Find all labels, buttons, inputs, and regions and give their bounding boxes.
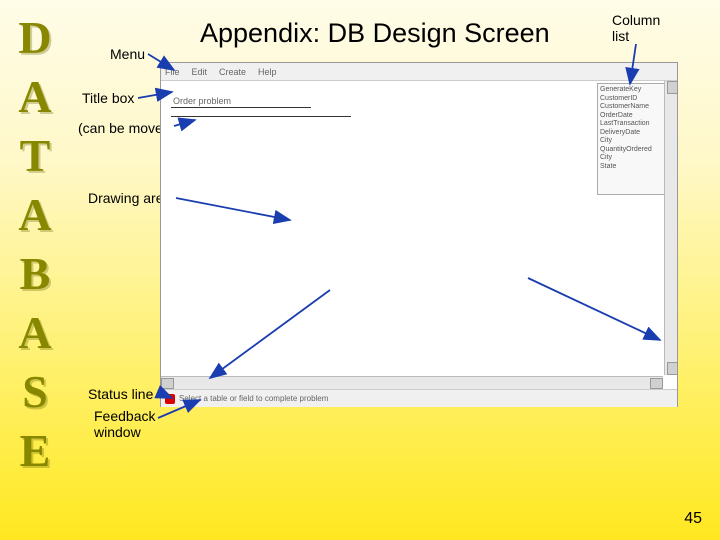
horizontal-scrollbar[interactable] xyxy=(161,376,663,389)
label-columnlist: Column list xyxy=(612,12,660,44)
title-box[interactable]: Order problem xyxy=(171,95,311,108)
column-list[interactable]: GenerateKey CustomerID CustomerName Orde… xyxy=(597,83,673,195)
menu-edit[interactable]: Edit xyxy=(192,67,208,77)
page-title: Appendix: DB Design Screen xyxy=(200,18,550,49)
letter-d: D xyxy=(18,11,51,64)
title-box-line xyxy=(171,116,351,117)
sidebar-letters: D A T A B A S E xyxy=(0,0,70,488)
col-item[interactable]: CustomerID xyxy=(600,95,670,104)
status-icon xyxy=(165,394,175,404)
col-item[interactable]: City xyxy=(600,154,670,163)
col-item[interactable]: City xyxy=(600,137,670,146)
col-item[interactable]: CustomerName xyxy=(600,103,670,112)
menu-file[interactable]: File xyxy=(165,67,180,77)
col-item[interactable]: GenerateKey xyxy=(600,86,670,95)
letter-e: E xyxy=(20,424,51,477)
col-item[interactable]: LastTransaction xyxy=(600,120,670,129)
letter-a2: A xyxy=(18,188,51,241)
vertical-scrollbar[interactable] xyxy=(664,81,677,375)
col-item[interactable]: OrderDate xyxy=(600,112,670,121)
label-feedbackwindow: Feedback window xyxy=(94,408,155,440)
app-menubar[interactable]: File Edit Create Help xyxy=(161,63,677,81)
label-statusline: Status line xyxy=(88,386,153,402)
letter-t: T xyxy=(20,129,51,182)
label-drawingarea: Drawing area xyxy=(88,190,171,206)
menu-help[interactable]: Help xyxy=(258,67,277,77)
col-item[interactable]: DeliveryDate xyxy=(600,129,670,138)
page-number: 45 xyxy=(684,510,702,528)
drawing-area[interactable]: Order problem GenerateKey CustomerID Cus… xyxy=(161,81,677,389)
status-bar: Select a table or field to complete prob… xyxy=(161,389,677,407)
app-window: File Edit Create Help Order problem Gene… xyxy=(160,62,678,407)
menu-create[interactable]: Create xyxy=(219,67,246,77)
letter-s: S xyxy=(22,365,48,418)
status-text: Select a table or field to complete prob… xyxy=(179,394,328,403)
letter-a1: A xyxy=(18,70,51,123)
letter-a3: A xyxy=(18,306,51,359)
label-menu: Menu xyxy=(110,46,145,62)
col-item[interactable]: State xyxy=(600,163,670,172)
label-titlebox: Title box xyxy=(82,90,134,106)
col-item[interactable]: QuantityOrdered xyxy=(600,146,670,155)
letter-b: B xyxy=(20,247,51,300)
